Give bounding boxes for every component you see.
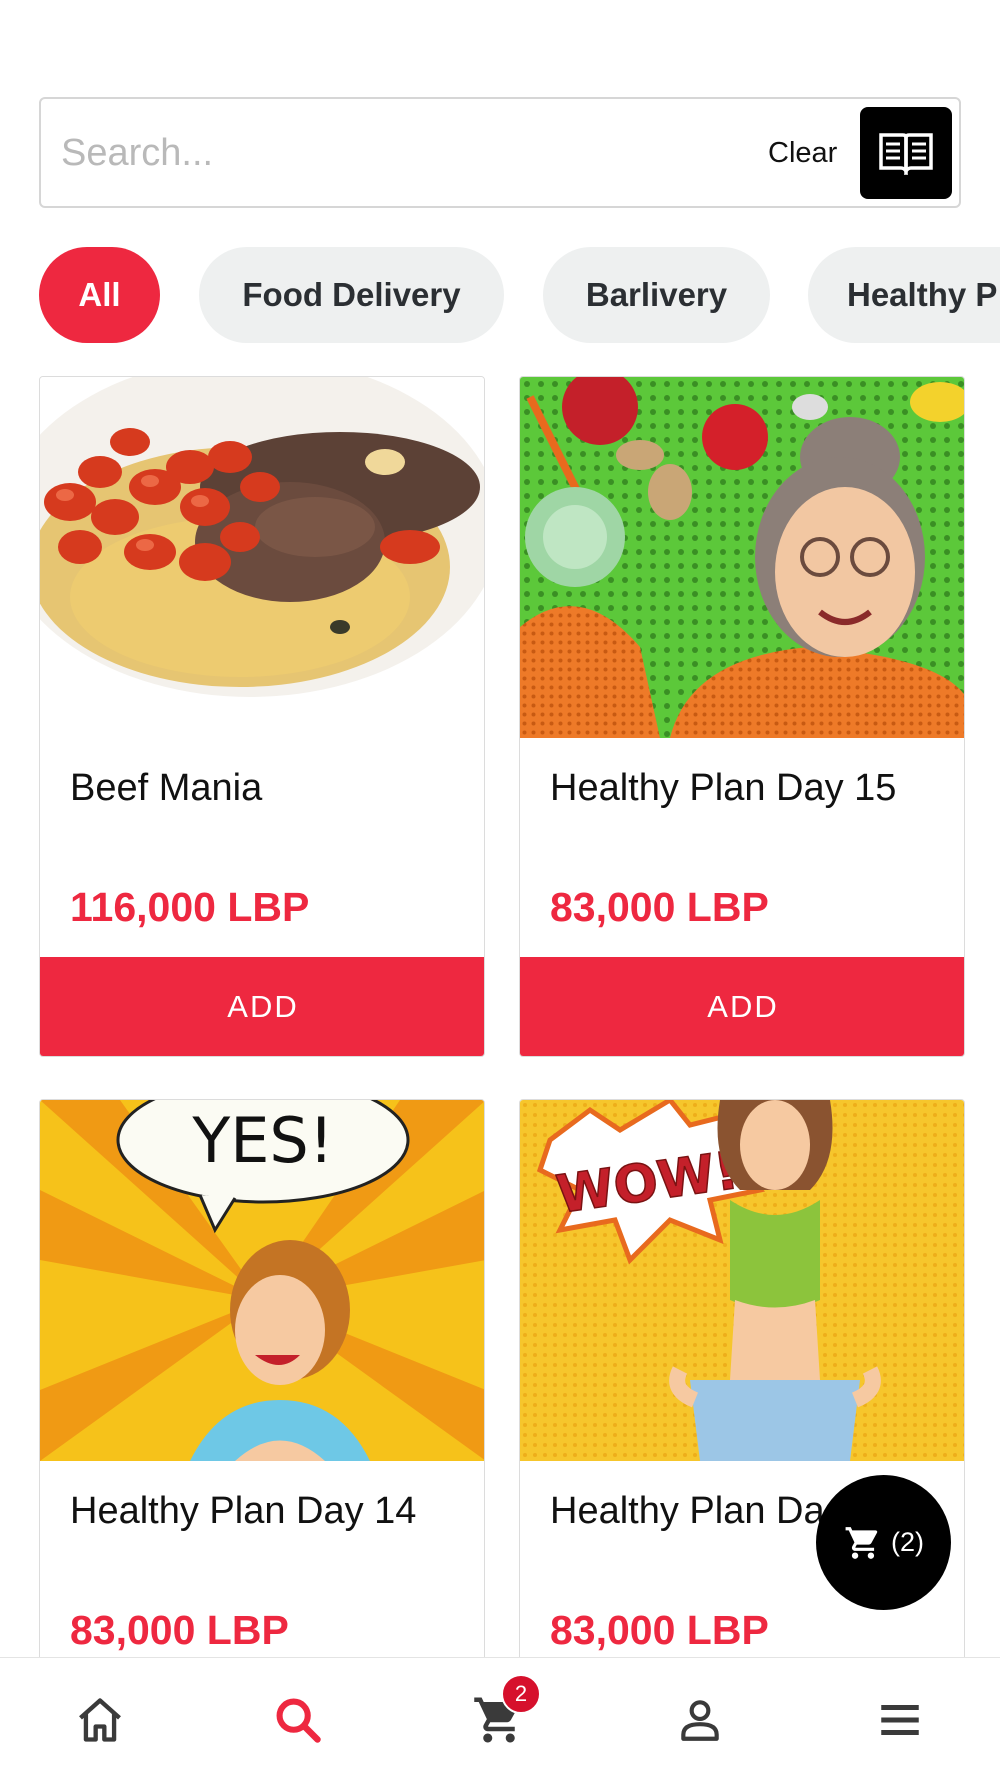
product-card[interactable]: Healthy Plan Day 15 83,000 LBP ADD [519,376,965,1057]
search-icon [276,1698,321,1743]
chip-healthy-plan[interactable]: Healthy P [808,247,1000,343]
product-price: 83,000 LBP [70,1607,289,1653]
nav-search[interactable] [258,1680,338,1760]
nav-cart[interactable]: 2 [459,1674,541,1760]
product-card[interactable]: WOW! Healthy Plan Da 83,000 LBP [519,1099,965,1699]
search-input[interactable] [61,121,741,185]
category-chips: All Food Delivery Barlivery Healthy P [39,247,1000,343]
nav-menu[interactable] [860,1680,940,1760]
yes-bubble-text: YES! [191,1104,333,1177]
add-button[interactable]: ADD [520,957,964,1056]
bottom-nav: 2 [0,1657,1000,1778]
clear-button[interactable]: Clear [768,133,837,173]
product-card[interactable]: Beef Mania 116,000 LBP ADD [39,376,485,1057]
product-name: Healthy Plan Da [550,1490,825,1532]
product-image-beef [40,377,484,738]
chip-all[interactable]: All [39,247,160,343]
floating-cart-button[interactable]: (2) [816,1475,951,1610]
cart-badge: 2 [501,1674,541,1714]
menu-book-button[interactable] [860,107,952,199]
user-icon [681,1700,719,1741]
search-bar: Clear [39,97,961,208]
home-icon [79,1698,121,1742]
product-price: 83,000 LBP [550,1607,769,1653]
chip-barlivery[interactable]: Barlivery [543,247,770,343]
add-button[interactable]: ADD [40,957,484,1056]
product-image-wow-woman: WOW! [520,1100,964,1461]
product-name: Healthy Plan Day 15 [550,767,897,809]
cart-count-label: (2) [891,1527,924,1557]
cart-icon [845,1526,878,1559]
product-name: Healthy Plan Day 14 [70,1490,417,1532]
product-name: Beef Mania [70,767,263,809]
product-price: 116,000 LBP [70,884,310,930]
book-menu-icon [879,133,933,175]
product-card[interactable]: YES! Healthy Plan Day 14 83,000 LBP [39,1099,485,1699]
nav-home[interactable] [60,1680,140,1760]
chip-food-delivery[interactable]: Food Delivery [199,247,504,343]
product-image-grandma [520,377,964,738]
hamburger-menu-icon [881,1705,919,1735]
product-price: 83,000 LBP [550,884,769,930]
nav-profile[interactable] [660,1680,740,1760]
product-image-yes-woman: YES! [40,1100,484,1461]
